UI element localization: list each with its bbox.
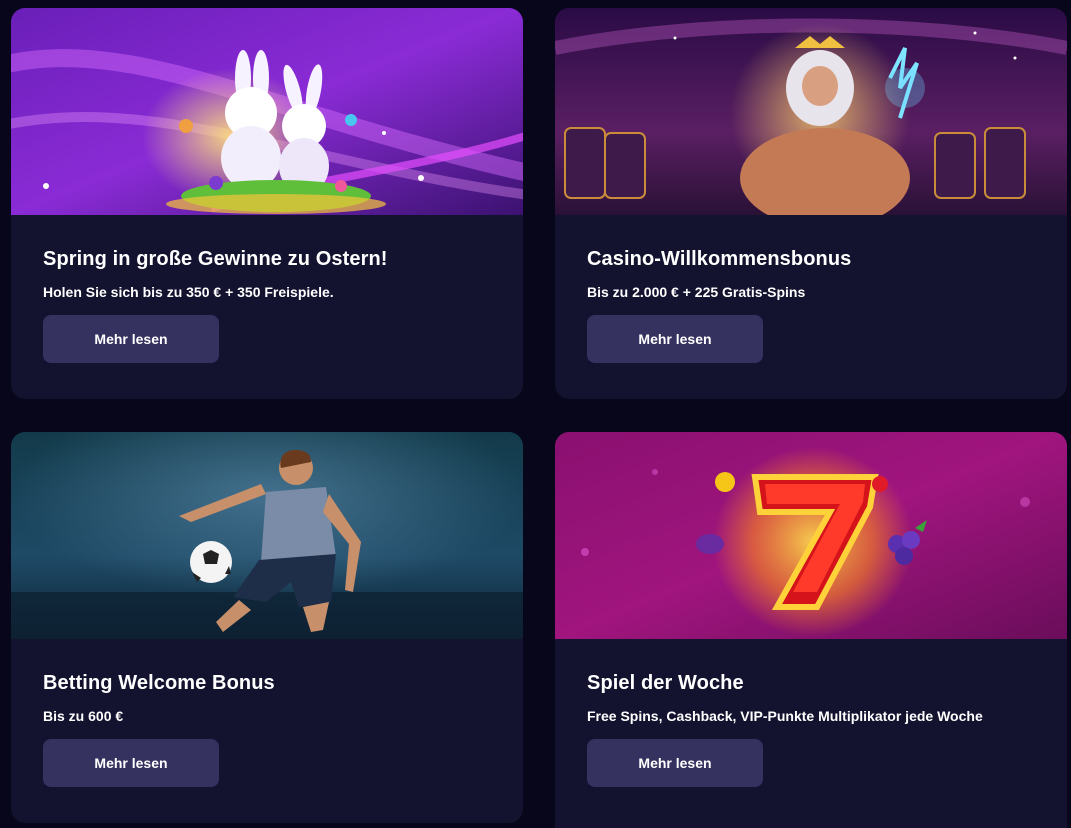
read-more-button[interactable]: Mehr lesen [587, 739, 763, 787]
read-more-button[interactable]: Mehr lesen [587, 315, 763, 363]
promo-card-casino-welcome: Casino-Willkommensbonus Bis zu 2.000 € +… [555, 8, 1067, 399]
zeus-casino-banner [555, 8, 1067, 215]
football-player-banner [11, 432, 523, 639]
promo-title: Betting Welcome Bonus [43, 672, 275, 694]
promo-title: Spiel der Woche [587, 672, 744, 694]
promo-subtitle: Holen Sie sich bis zu 350 € + 350 Freisp… [43, 284, 334, 300]
easter-bunnies-banner [11, 8, 523, 215]
read-more-button[interactable]: Mehr lesen [43, 315, 219, 363]
promo-subtitle: Free Spins, Cashback, VIP-Punkte Multipl… [587, 708, 983, 724]
promotions-grid: Spring in große Gewinne zu Ostern! Holen… [0, 0, 1071, 828]
promo-card-betting-welcome: Betting Welcome Bonus Bis zu 600 € Mehr … [11, 432, 523, 823]
promo-subtitle: Bis zu 600 € [43, 708, 124, 724]
promo-card-game-of-the-week: Spiel der Woche Free Spins, Cashback, VI… [555, 432, 1067, 828]
read-more-button[interactable]: Mehr lesen [43, 739, 219, 787]
lucky-seven-slot-banner [555, 432, 1067, 639]
promo-title: Casino-Willkommensbonus [587, 248, 852, 270]
promo-title: Spring in große Gewinne zu Ostern! [43, 248, 388, 270]
promo-subtitle: Bis zu 2.000 € + 225 Gratis-Spins [587, 284, 806, 300]
promo-card-easter: Spring in große Gewinne zu Ostern! Holen… [11, 8, 523, 399]
